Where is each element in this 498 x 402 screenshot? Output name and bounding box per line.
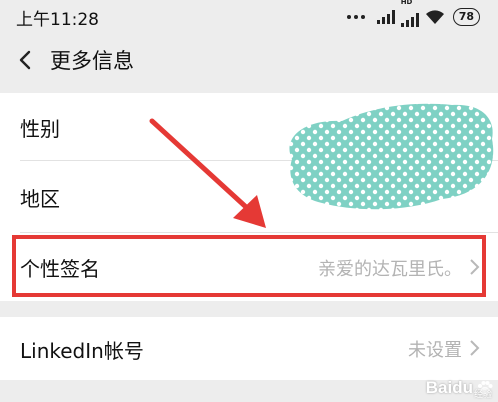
hd-signal-icon: HD bbox=[400, 0, 419, 27]
watermark-brand: Baidu bbox=[425, 378, 473, 397]
row-linkedin[interactable]: LinkedIn帐号 未设置 bbox=[0, 317, 498, 380]
chevron-right-icon bbox=[470, 259, 480, 275]
linkedin-list: LinkedIn帐号 未设置 bbox=[0, 317, 498, 380]
battery-indicator: 78 bbox=[452, 8, 480, 26]
row-linkedin-label: LinkedIn帐号 bbox=[20, 339, 144, 363]
row-signature-value: 亲爱的达瓦里氏。 bbox=[318, 259, 462, 280]
privacy-mosaic bbox=[289, 103, 494, 210]
row-gender-label: 性别 bbox=[20, 117, 60, 141]
signal-icon bbox=[376, 10, 395, 24]
row-region-label: 地区 bbox=[20, 187, 60, 211]
row-signature[interactable]: 个性签名 亲爱的达瓦里氏。 bbox=[0, 233, 498, 301]
row-linkedin-value: 未设置 bbox=[408, 340, 462, 361]
chevron-right-icon bbox=[470, 340, 480, 356]
status-time: 上午11:28 bbox=[16, 10, 99, 30]
back-arrow-icon[interactable] bbox=[12, 46, 40, 74]
row-signature-label: 个性签名 bbox=[20, 257, 100, 281]
wifi-icon bbox=[425, 10, 444, 24]
watermark-sub: 经验 bbox=[473, 389, 492, 399]
status-icons: HD 78 bbox=[346, 0, 480, 27]
watermark-logo: Baidu 经验 bbox=[425, 378, 494, 399]
page-title: 更多信息 bbox=[50, 49, 134, 73]
more-dots-icon bbox=[346, 15, 365, 19]
nav-bar: 更多信息 bbox=[0, 34, 498, 86]
status-bar: 上午11:28 HD 78 bbox=[0, 0, 498, 34]
